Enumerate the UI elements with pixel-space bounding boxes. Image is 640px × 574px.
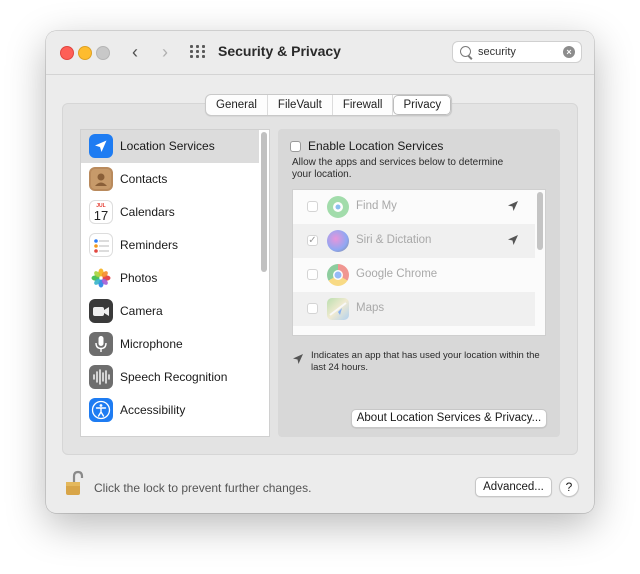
- speech-waveform-icon: [89, 365, 113, 389]
- sidebar-item-label: Calendars: [120, 205, 175, 219]
- sidebar-item-label: Camera: [120, 304, 163, 318]
- tab-firewall[interactable]: Firewall: [333, 95, 394, 115]
- about-location-services-button[interactable]: About Location Services & Privacy...: [351, 409, 547, 428]
- microphone-icon: [89, 332, 113, 356]
- app-name: Find My: [356, 200, 397, 212]
- privacy-category-list: Location Services Contacts JUL 17 Calend…: [80, 129, 270, 437]
- location-arrow-icon: [508, 201, 518, 211]
- reminders-icon: [89, 233, 113, 257]
- photos-icon: [89, 266, 113, 290]
- list-item[interactable]: ✓ Siri & Dictation: [293, 224, 535, 258]
- list-item[interactable]: Find My: [293, 190, 535, 224]
- app-list-scrollbar[interactable]: [537, 192, 543, 250]
- lock-status-text: Click the lock to prevent further change…: [94, 481, 312, 495]
- help-button[interactable]: ?: [559, 477, 579, 497]
- preferences-window: ‹ › Security & Privacy security × Genera…: [46, 31, 594, 513]
- app-checkbox[interactable]: [307, 269, 318, 280]
- siri-icon: [327, 230, 349, 252]
- chevron-right-icon[interactable]: ›: [156, 42, 174, 62]
- app-name: Siri & Dictation: [356, 234, 432, 246]
- maps-icon: [327, 298, 349, 320]
- location-legend: Indicates an app that has used your loca…: [311, 350, 540, 373]
- location-description: Allow the apps and services below to det…: [292, 157, 504, 180]
- tab-filevault[interactable]: FileVault: [268, 95, 333, 115]
- window-title: Security & Privacy: [218, 43, 341, 59]
- find-my-icon: [327, 196, 349, 218]
- sidebar-item-calendars[interactable]: JUL 17 Calendars: [81, 196, 259, 229]
- sidebar-item-photos[interactable]: Photos: [81, 262, 259, 295]
- grid-icon[interactable]: [189, 44, 207, 60]
- app-location-list: Find My ✓ Siri & Dictation Google Chrome: [292, 189, 546, 336]
- location-services-pane: Enable Location Services Allow the apps …: [278, 129, 560, 437]
- sidebar-item-microphone[interactable]: Microphone: [81, 328, 259, 361]
- sidebar-item-label: Contacts: [120, 172, 168, 186]
- sidebar-item-reminders[interactable]: Reminders: [81, 229, 259, 262]
- sidebar-item-camera[interactable]: Camera: [81, 295, 259, 328]
- sidebar-item-accessibility[interactable]: Accessibility: [81, 394, 259, 427]
- search-icon: [460, 46, 471, 57]
- list-item[interactable]: Google Chrome: [293, 258, 535, 292]
- sidebar-item-speech-recognition[interactable]: Speech Recognition: [81, 361, 259, 394]
- search-field[interactable]: security ×: [452, 41, 582, 63]
- sidebar-item-location-services[interactable]: Location Services: [81, 130, 259, 163]
- close-window-button[interactable]: [60, 46, 74, 60]
- tab-bar: General FileVault Firewall Privacy: [205, 94, 453, 116]
- title-bar: ‹ › Security & Privacy security ×: [46, 31, 594, 75]
- contacts-icon: [89, 167, 113, 191]
- app-checkbox[interactable]: [307, 303, 318, 314]
- location-arrow-icon: [89, 134, 113, 158]
- advanced-button[interactable]: Advanced...: [475, 477, 552, 497]
- location-arrow-icon: [293, 354, 303, 364]
- calendar-day: 17: [93, 208, 109, 223]
- search-input-value[interactable]: security: [478, 46, 516, 58]
- list-item[interactable]: Maps: [293, 292, 535, 326]
- sidebar-scrollbar[interactable]: [261, 132, 267, 272]
- app-checkbox[interactable]: [307, 201, 318, 212]
- tab-privacy[interactable]: Privacy: [393, 95, 452, 115]
- enable-location-label[interactable]: Enable Location Services: [308, 139, 443, 153]
- sidebar-item-label: Speech Recognition: [120, 370, 228, 384]
- minimize-window-button[interactable]: [78, 46, 92, 60]
- sidebar-item-label: Reminders: [120, 238, 179, 252]
- enable-location-checkbox[interactable]: [290, 141, 301, 152]
- location-arrow-icon: [508, 235, 518, 245]
- app-checkbox[interactable]: ✓: [307, 235, 318, 246]
- calendar-icon: JUL 17: [89, 200, 113, 224]
- clear-icon[interactable]: ×: [563, 46, 575, 58]
- sidebar-item-label: Photos: [120, 271, 158, 285]
- accessibility-icon: [89, 398, 113, 422]
- zoom-window-button[interactable]: [96, 46, 110, 60]
- chrome-icon: [327, 264, 349, 286]
- lock-icon[interactable]: [64, 470, 86, 498]
- tab-general[interactable]: General: [206, 95, 268, 115]
- chevron-left-icon[interactable]: ‹: [126, 42, 144, 62]
- app-name: Maps: [356, 302, 385, 314]
- camera-icon: [89, 299, 113, 323]
- sidebar-item-contacts[interactable]: Contacts: [81, 163, 259, 196]
- app-name: Google Chrome: [356, 268, 438, 280]
- sidebar-item-label: Accessibility: [120, 403, 186, 417]
- sidebar-item-label: Location Services: [120, 139, 215, 153]
- sidebar-item-label: Microphone: [120, 337, 183, 351]
